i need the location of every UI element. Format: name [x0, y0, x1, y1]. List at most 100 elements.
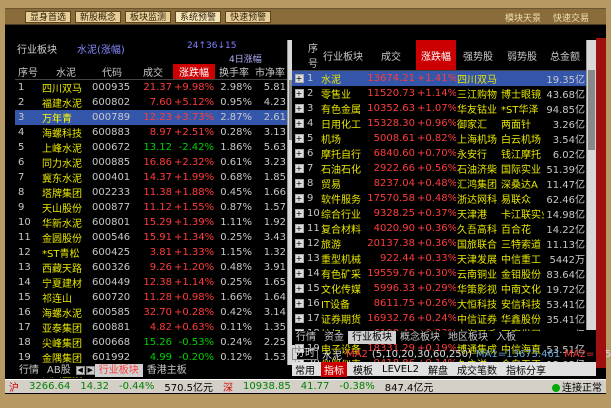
stock-row[interactable]: 3 万年青 000789 12.23 +3.73% 2.87% 2.61	[15, 110, 287, 125]
stock-row[interactable]: 8 塔牌集团 002233 11.38 +1.88% 0.45% 1.66	[15, 185, 287, 200]
sector-row[interactable]: +11 复合材料 4020.90 +0.36% 久吾高科 百合花 14.22亿	[292, 221, 586, 236]
menubar-right-1[interactable]: 模块天景	[505, 11, 541, 24]
left-col-header-1[interactable]: 水泥	[41, 64, 91, 80]
left-col-header-0[interactable]: 序号	[15, 64, 41, 80]
right-col-header-6[interactable]: 总金额	[544, 40, 586, 71]
left-tab-0[interactable]: 行情	[15, 364, 43, 377]
right-col-header-3[interactable]: 涨跌幅	[416, 40, 456, 71]
expand-plus-icon[interactable]: +	[294, 194, 304, 203]
mini-tool-1[interactable]: 指标	[321, 361, 347, 377]
sector-row[interactable]: +16 IT设备 8611.75 +0.26% 大恒科技 安信科技 53.41亿	[292, 296, 586, 311]
right-col-header-0[interactable]: 序号	[306, 40, 320, 71]
expand-plus-icon[interactable]: +	[294, 239, 304, 248]
tab-scroll-right-icon[interactable]: ▶	[85, 366, 95, 375]
sector-row[interactable]: +8 贸易 8237.04 +0.48% 汇鸿集团 深桑达A 11.47亿	[292, 176, 586, 191]
menubar-button-2[interactable]: 板块监测	[125, 11, 172, 23]
expand-plus-icon[interactable]: +	[294, 179, 304, 188]
left-tab-3[interactable]: 香港主板	[143, 364, 191, 377]
sector-row[interactable]: +10综合行业 9328.25+0.37%天津港 卡江联实业14.98亿	[292, 206, 586, 221]
stock-row[interactable]: 5 上峰水泥 000672 13.12 -2.42% 1.86% 5.63	[15, 140, 287, 155]
sector-row[interactable]: +2 零售业 11520.73 +1.14% 三江购物 博士眼镜 43.68亿	[292, 86, 586, 101]
stock-row[interactable]: 7 冀东水泥 000401 14.37 +1.99% 0.68% 1.85	[15, 170, 287, 185]
stock-row[interactable]: 13 西藏天路 600326 9.26 +1.20% 0.48% 3.91	[15, 260, 287, 275]
mini-tool-6[interactable]: 指标分享	[503, 362, 549, 377]
right-tab-3[interactable]: 概念板块	[396, 331, 444, 344]
stock-row[interactable]: 9 天山股份 000877 11.12 +1.55% 0.87% 1.57	[15, 200, 287, 215]
expand-cell[interactable]: +	[292, 281, 306, 296]
expand-plus-icon[interactable]: +	[294, 284, 304, 293]
expand-cell[interactable]: +	[292, 311, 306, 326]
stock-row[interactable]: 17 亚泰集团 600881 4.82 +0.63% 0.11% 1.35	[15, 320, 287, 335]
expand-plus-icon[interactable]: +	[294, 254, 304, 263]
expand-plus-icon[interactable]: +	[294, 269, 304, 278]
right-scrollbar-thumb[interactable]	[588, 70, 595, 150]
sector-row[interactable]: +4 日用化工 15328.30 +0.96% 御家汇 两面针 3.26亿	[292, 116, 586, 131]
right-tab-0[interactable]: 行情	[292, 331, 320, 344]
expand-cell[interactable]: +	[292, 86, 306, 101]
right-col-header-4[interactable]: 强势股	[456, 40, 500, 71]
stock-row[interactable]: 11 金圆股份 000546 15.91 +1.34% 0.25% 3.43	[15, 230, 287, 245]
left-col-header-3[interactable]: 成交	[133, 64, 173, 80]
expand-plus-icon[interactable]: +	[294, 149, 304, 158]
menubar-right-2[interactable]: 快速交易	[553, 11, 589, 24]
expand-plus-icon[interactable]: +	[294, 299, 304, 308]
expand-cell[interactable]: +	[292, 116, 306, 131]
expand-plus-icon[interactable]: +	[294, 104, 304, 113]
left-tab-2[interactable]: 行业板块	[94, 364, 143, 377]
stock-row[interactable]: 14 宁夏建材 600449 12.38 +1.14% 0.25% 1.65	[15, 275, 287, 290]
sector-row[interactable]: +6 摩托自行 6840.60 +0.70% 永安行 钱江摩托 6.02亿	[292, 146, 586, 161]
expand-plus-icon[interactable]: +	[294, 74, 304, 83]
right-tab-2[interactable]: 行业板块	[348, 331, 396, 344]
right-scrollbar[interactable]	[586, 40, 596, 330]
expand-cell[interactable]: +	[292, 146, 306, 161]
stock-row[interactable]: 1 四川双马 000935 21.37 +9.98% 2.98% 5.81	[15, 80, 287, 95]
expand-plus-icon[interactable]: +	[294, 209, 304, 218]
right-tab-1[interactable]: 资金	[320, 331, 348, 344]
menubar-button-3[interactable]: 系统预警	[175, 11, 222, 23]
expand-cell[interactable]: +	[292, 101, 306, 116]
mini-tool-3[interactable]: LEVEL2	[379, 364, 422, 375]
sector-row[interactable]: +5 机场 5008.61 +0.82% 上海机场 白云机场 3.54亿	[292, 131, 586, 146]
menubar-button-0[interactable]: 显身首选	[25, 11, 72, 23]
timeshare-label[interactable]: 分时	[292, 348, 318, 360]
tab-scroll-left-icon[interactable]: ◀	[75, 366, 85, 375]
expand-cell[interactable]: +	[292, 206, 306, 221]
sector-row[interactable]: +12 旅游 20137.38 +0.36% 国旅联合 三特索道 11.13亿	[292, 236, 586, 251]
expand-cell[interactable]: +	[292, 266, 306, 281]
right-tab-4[interactable]: 地区板块	[444, 331, 492, 344]
stock-row[interactable]: 10 华新水泥 600801 15.29 +1.39% 1.11% 1.92	[15, 215, 287, 230]
expand-cell[interactable]: +	[292, 221, 306, 236]
menubar-button-1[interactable]: 新股概念	[75, 11, 122, 23]
mini-tool-5[interactable]: 成交笔数	[454, 362, 500, 377]
mini-tool-2[interactable]: 模板	[350, 362, 376, 377]
sector-row[interactable]: +17 证券期货 16932.76 +0.24% 中信证券 华鑫股份 35.41亿	[292, 311, 586, 326]
expand-plus-icon[interactable]: +	[294, 164, 304, 173]
right-red-sidebar[interactable]	[596, 38, 606, 368]
stock-row[interactable]: 18 尖峰集团 600668 15.26 -0.53% 0.24% 2.25	[15, 335, 287, 350]
expand-cell[interactable]: +	[292, 161, 306, 176]
stock-row[interactable]: 2 福建水泥 600802 7.60 +5.12% 0.95% 4.23	[15, 95, 287, 110]
stock-row[interactable]: 16 海螺水泥 600585 32.70 +0.28% 0.42% 3.14	[15, 305, 287, 320]
stock-row[interactable]: 6 同力水泥 000885 16.86 +2.32% 0.61% 3.23	[15, 155, 287, 170]
stock-row[interactable]: 12 *ST青松 600425 3.81 +1.33% 1.15% 1.32	[15, 245, 287, 260]
left-col-header-6[interactable]: 市净率	[253, 64, 287, 80]
mini-tool-4[interactable]: 解盘	[425, 362, 451, 377]
right-col-header-1[interactable]: 行业板块	[320, 40, 366, 71]
expand-cell[interactable]: +	[292, 176, 306, 191]
expand-cell[interactable]: +	[292, 236, 306, 251]
mini-tool-0[interactable]: 常用	[292, 362, 318, 377]
expand-plus-icon[interactable]: +	[294, 134, 304, 143]
expand-cell[interactable]: +	[292, 251, 306, 266]
stock-row[interactable]: 19 金隅集团 601992 4.99 -0.20% 0.12% 1.53	[15, 350, 287, 365]
right-col-header-5[interactable]: 弱势股	[500, 40, 544, 71]
expand-cell[interactable]: +	[292, 191, 306, 206]
expand-plus-icon[interactable]: +	[294, 224, 304, 233]
right-tab-5[interactable]: 入板	[492, 331, 520, 344]
sector-row[interactable]: +3 有色金属 10352.63 +1.07% 华友钴业 *ST华泽 94.85亿	[292, 101, 586, 116]
expand-plus-icon[interactable]: +	[294, 89, 304, 98]
stock-row[interactable]: 4 海螺科技 600883 8.97 +2.51% 0.28% 3.13	[15, 125, 287, 140]
expand-plus-icon[interactable]: +	[294, 119, 304, 128]
sector-row[interactable]: +14 有色矿采 19559.76 +0.30% 云南铜业 金钼股份 83.64亿	[292, 266, 586, 281]
sector-row[interactable]: +1 水泥 13674.21 +1.41% 四川双马 19.35亿	[292, 70, 586, 86]
right-col-header-2[interactable]: 成交	[366, 40, 416, 71]
